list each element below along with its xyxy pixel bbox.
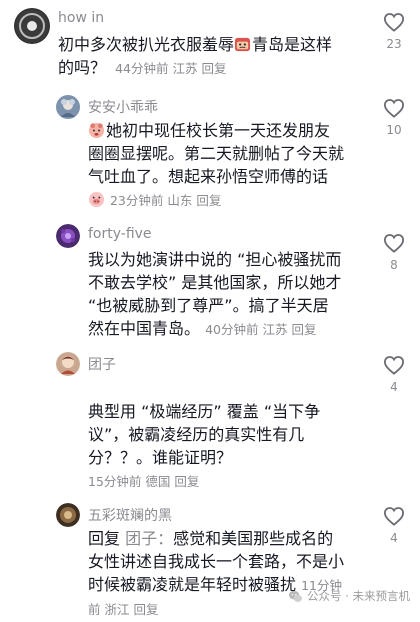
comment-text-part: 我以为她演讲中说的 “担心被骚扰而: [88, 250, 342, 269]
comment-text-part: 圈圈显摆呢。第二天就删帖了今天就: [88, 144, 345, 163]
comment-text-part: 然在中国青岛。: [88, 319, 201, 338]
comment-text-part: 分？？。谁能证明？: [88, 448, 233, 467]
comment-item: how in 初中多次被扒光衣服羞辱 青岛是这样 的吗？ 44分钟前 江苏 回复 …: [0, 0, 420, 92]
like-button[interactable]: 4: [382, 506, 406, 545]
comment-text-part: 议”，被霸凌经历的真实性有几: [88, 425, 305, 444]
reply-button[interactable]: 回复: [196, 193, 221, 208]
avatar[interactable]: [56, 224, 80, 248]
reply-to-user[interactable]: 团子：: [125, 529, 173, 548]
comment-text-part: 不敢去学校” 是其他国家，所以她才: [88, 273, 342, 292]
timestamp: 40分钟前: [205, 322, 259, 337]
comment-text: 典型用 “极端经历” 覆盖 “当下争 议”，被霸凌经历的真实性有几 分？？。谁能…: [88, 400, 378, 493]
heart-outline-icon: [383, 13, 405, 32]
like-count: 4: [390, 531, 398, 545]
timestamp: 前: [88, 602, 101, 617]
heart-outline-icon: [383, 99, 405, 118]
reply-button[interactable]: 回复: [292, 322, 317, 337]
comment-text-part: 她初中现任校长第一天还发朋友: [106, 121, 331, 140]
watermark: 公众号 · 未来预言机: [288, 588, 410, 604]
username[interactable]: 五彩斑斓的黑: [88, 505, 172, 525]
comment-text-part: 的吗？: [58, 58, 107, 77]
comment-item: forty-five 我以为她演讲中说的 “担心被骚扰而 不敢去学校” 是其他国…: [0, 217, 420, 345]
location: 浙江: [104, 602, 130, 617]
comment-text-part: 典型用 “极端经历” 覆盖 “当下争: [88, 402, 321, 421]
heart-outline-icon: [383, 507, 405, 526]
comment-text-part: 感觉和美国那些成名的: [173, 529, 334, 548]
avatar[interactable]: [14, 8, 50, 44]
username[interactable]: 团子: [88, 354, 116, 374]
heart-outline-icon: [383, 234, 405, 253]
wechat-icon: [288, 590, 303, 602]
heart-outline-icon: [383, 356, 405, 375]
comment-text-part: 时候被霸凌就是年轻时被骚扰: [88, 575, 297, 594]
reply-button[interactable]: 回复: [201, 61, 226, 76]
like-count: 8: [390, 258, 398, 272]
username[interactable]: 安安小乖乖: [88, 97, 158, 117]
comment-text: 她初中现任校长第一天还发朋友 圈圈显摆呢。第二天就删帖了今天就 气吐血了。想起来…: [88, 119, 378, 212]
pig-face-emoji-icon: [88, 191, 105, 208]
timestamp: 23分钟前: [109, 193, 164, 208]
avatar[interactable]: [56, 352, 80, 376]
username[interactable]: forty-five: [88, 226, 152, 242]
comment-meta: 44分钟前 江苏 回复: [111, 61, 226, 76]
like-button[interactable]: 23: [382, 12, 406, 51]
comment-meta: 15分钟前 德国 回复: [88, 474, 199, 489]
comment-meta: 23分钟前 山东 回复: [88, 191, 221, 208]
like-button[interactable]: 4: [382, 355, 406, 394]
comment-text: 回复 团子：感觉和美国那些成名的 女性讲述自我成长一个套路，不是小 时候被霸凌就…: [88, 527, 378, 621]
comment-text-part: 女性讲述自我成长一个套路，不是小: [88, 552, 345, 571]
location: 德国: [145, 474, 171, 489]
reply-button[interactable]: 回复: [174, 474, 199, 489]
location: 江苏: [262, 322, 288, 337]
watermark-text: 公众号 · 未来预言机: [307, 589, 410, 603]
like-button[interactable]: 10: [382, 98, 406, 137]
like-count: 10: [386, 123, 402, 137]
like-count: 4: [390, 380, 398, 394]
comment-text-part: 气吐血了。想起来孙悟空师傅的话: [88, 167, 329, 186]
like-count: 23: [386, 37, 402, 51]
like-button[interactable]: 8: [382, 233, 406, 272]
avatar[interactable]: [56, 503, 80, 527]
timestamp: 44分钟前: [115, 61, 169, 76]
username[interactable]: how in: [58, 10, 104, 26]
comment-item: 安安小乖乖 她初中现任校长第一天还发朋友 圈圈显摆呢。第二天就删帖了今天就 气吐…: [0, 88, 420, 216]
reply-prefix: 回复: [88, 529, 121, 548]
location: 山东: [167, 193, 193, 208]
comment-item: 团子 典型用 “极端经历” 覆盖 “当下争 议”，被霸凌经历的真实性有几 分？？…: [0, 345, 420, 495]
angry-face-emoji-icon: [234, 37, 251, 52]
comment-meta: 40分钟前 江苏 回复: [205, 322, 316, 337]
comment-text: 初中多次被扒光衣服羞辱 青岛是这样 的吗？ 44分钟前 江苏 回复: [58, 33, 358, 80]
comment-meta: 前 浙江 回复: [88, 602, 159, 617]
avatar[interactable]: [56, 95, 80, 119]
comment-text-part: 初中多次被扒光衣服羞辱: [58, 35, 235, 54]
location: 江苏: [172, 61, 198, 76]
reply-button[interactable]: 回复: [134, 602, 159, 617]
comment-text-part: “也被威胁到了尊严”。搞了半天居: [88, 296, 329, 315]
comment-text: 我以为她演讲中说的 “担心被骚扰而 不敢去学校” 是其他国家，所以她才 “也被威…: [88, 248, 378, 341]
crying-face-emoji-icon: [88, 122, 105, 139]
timestamp: 15分钟前: [88, 474, 142, 489]
comment-text-part: 青岛是这样: [252, 35, 333, 54]
